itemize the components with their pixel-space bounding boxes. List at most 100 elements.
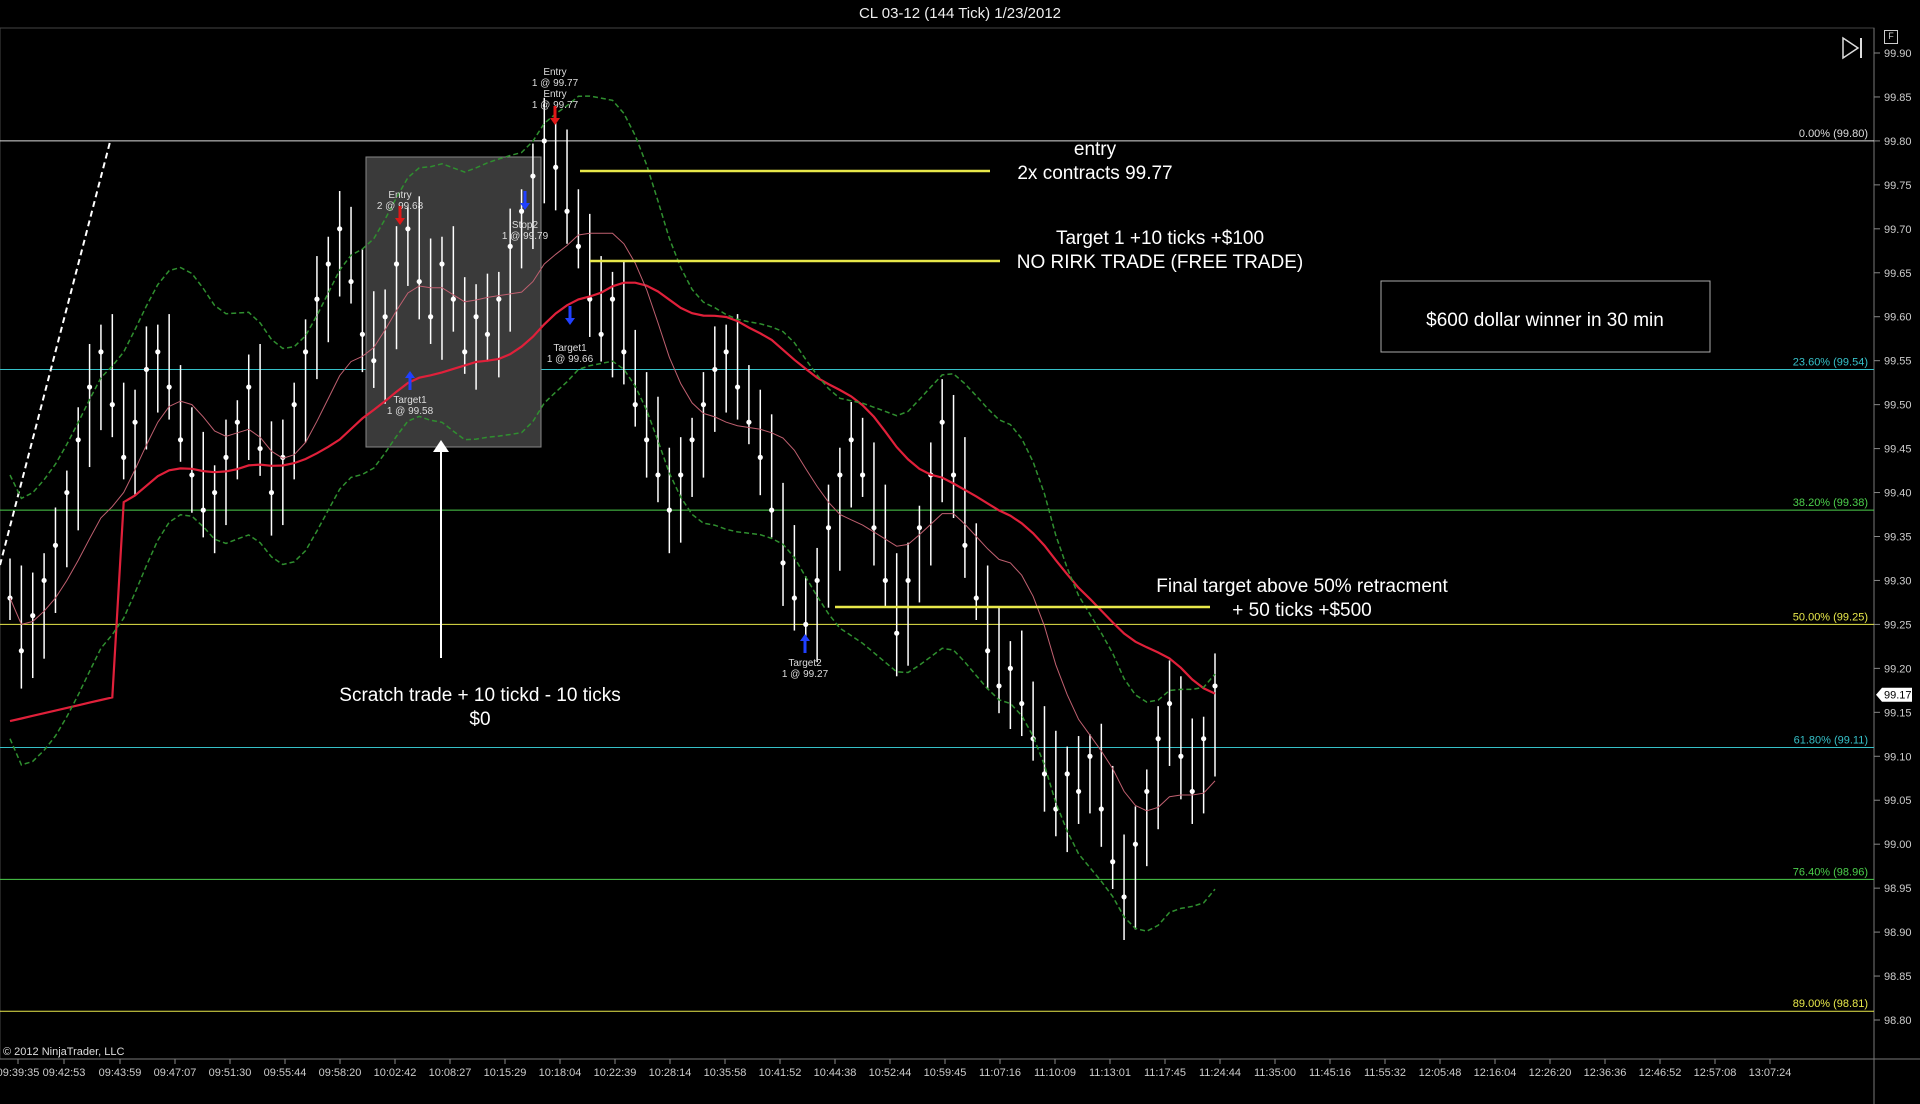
candle-close [382,314,388,320]
y-tick-label: 98.85 [1884,971,1912,983]
trade-arrow-head [550,118,560,125]
annotation-text: entry [1074,139,1117,160]
fib-level-label: 50.00% (99.25) [1793,611,1868,623]
candle-close [155,349,161,355]
candle-close [143,366,150,373]
candle-close [234,419,240,425]
panel-settings-icon[interactable]: F [1884,30,1898,44]
trade-marker-label: 1 @ 99.66 [547,354,594,365]
y-tick-label: 99.60 [1884,312,1912,324]
candle-close [405,226,411,232]
annotation-text: Final target above 50% retracment [1156,576,1448,597]
candle-close [496,296,502,302]
trade-marker-label: 1 @ 99.27 [782,669,829,680]
candle-close [302,349,309,355]
candle-close [575,243,581,249]
candle-close [985,648,991,654]
x-tick-label: 09:58:20 [319,1067,362,1079]
candle-close [98,349,104,355]
trade-marker-label: Entry [543,89,566,100]
candle-close [609,296,616,302]
x-tick-label: 12:16:04 [1474,1067,1517,1079]
annotation-text: NO RIRK TRADE (FREE TRADE) [1017,252,1303,273]
candle-close [52,542,59,548]
candle-close [200,507,206,513]
candle-close [825,525,832,531]
upper-band [9,95,1216,703]
trade-marker-label: Stop2 [512,220,539,231]
candle-close [564,208,570,214]
x-tick-label: 12:36:36 [1584,1067,1627,1079]
trade-marker-label: Entry [388,190,411,201]
current-price-label: 99.17 [1884,690,1912,702]
candle-close [518,208,525,214]
candle-close [1064,771,1070,777]
candle-close [734,384,741,390]
x-tick-label: 11:07:16 [979,1067,1021,1079]
candle-close [700,402,707,408]
copyright-label: © 2012 NinjaTrader, LLC [3,1046,125,1058]
candle-close [530,173,536,179]
candle-close [621,349,627,355]
candle-close [1075,788,1082,795]
x-tick-label: 09:39:35 [0,1067,39,1079]
x-tick-label: 11:55:32 [1364,1067,1406,1079]
candle-close [905,577,911,584]
y-tick-label: 99.75 [1884,180,1912,192]
candle-close [41,577,47,584]
y-tick-label: 99.35 [1884,532,1912,544]
annotation-text: $600 dollar winner in 30 min [1426,310,1664,331]
y-tick-label: 99.30 [1884,575,1912,587]
candle-close [655,472,661,478]
candle-close [75,437,81,443]
y-tick-label: 99.40 [1884,488,1912,500]
candle-close [848,437,854,443]
candle-close [916,525,923,531]
candle-close [484,331,491,337]
y-tick-label: 99.55 [1884,356,1912,368]
x-tick-label: 10:15:29 [484,1067,527,1079]
candle-close [712,366,718,373]
fib-level-label: 76.40% (98.96) [1793,866,1868,878]
candle-close [450,296,456,302]
candle-close [962,542,968,548]
trade-marker-label: Entry [543,67,566,78]
candle-close [359,331,366,337]
x-tick-label: 11:35:00 [1254,1067,1296,1079]
candle-close [325,261,331,267]
scroll-to-end-icon[interactable] [1842,36,1860,60]
candle-close [678,472,684,478]
candle-close [1166,700,1173,707]
candle-close [644,437,650,443]
candle-close [121,454,127,460]
trade-marker-label: 1 @ 99.79 [502,231,549,242]
candle-close [1178,753,1184,759]
candle-close [1087,753,1093,759]
candle-close [973,595,979,601]
candle-close [757,454,763,460]
candle-close [803,621,809,628]
candle-close [689,437,695,443]
candle-close [541,138,547,144]
x-tick-label: 09:51:30 [209,1067,252,1079]
candle-close [769,507,775,513]
annotation-text: 2x contracts 99.77 [1017,163,1172,184]
candle-close [291,402,297,408]
candle-close [882,577,888,584]
y-tick-label: 98.80 [1884,1015,1912,1027]
candle-close [780,560,786,566]
annotation-text: $0 [469,709,490,730]
x-tick-label: 10:18:04 [539,1067,582,1079]
x-tick-label: 10:44:38 [814,1067,857,1079]
candle-close [428,314,434,320]
x-tick-label: 12:05:48 [1419,1067,1462,1079]
candle-close [348,278,354,285]
candle-close [371,358,377,364]
candle-close [814,577,820,584]
candle-close [598,331,604,337]
candle-close [132,419,138,425]
candle-close [177,437,184,443]
y-tick-label: 99.50 [1884,400,1912,412]
price-chart[interactable]: 99.90 99.85 99.80 99.75 99.70 99.65 99.60 99.55… [0,0,1920,1104]
x-tick-label: 10:28:14 [649,1067,692,1079]
